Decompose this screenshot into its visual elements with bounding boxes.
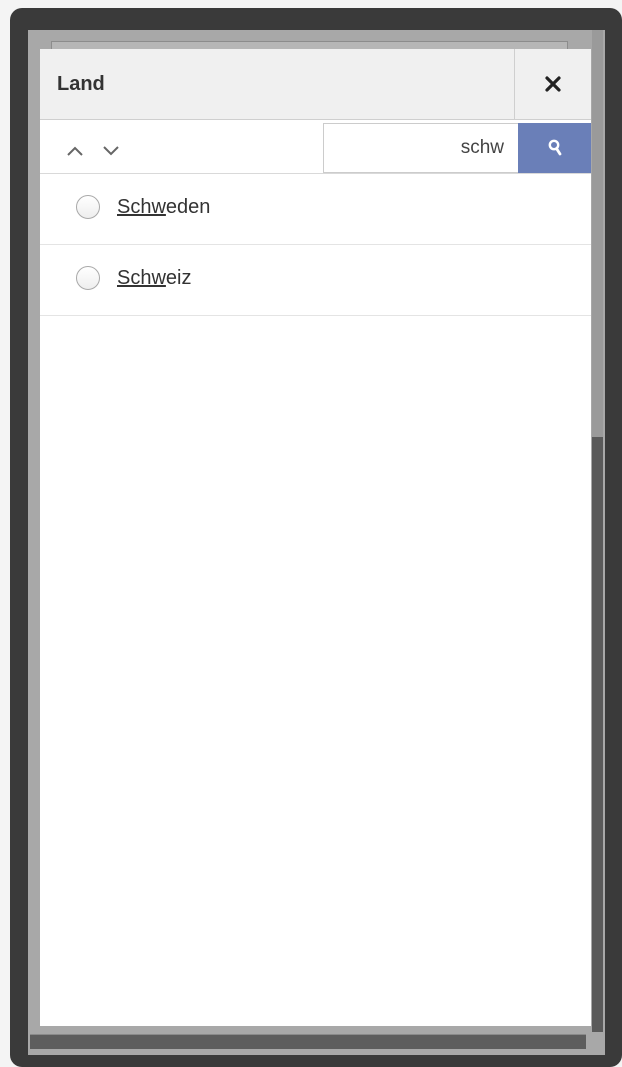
search-button[interactable] [518,123,591,173]
close-icon [545,76,561,92]
country-picker-dialog: Land Schweden [40,49,591,1026]
next-result-button[interactable] [102,144,120,156]
chevron-up-icon [67,146,83,156]
chevron-down-icon [103,146,119,156]
list-item-label: Schweiz [117,267,191,290]
search-match-highlight: Schw [117,196,166,218]
radio-button[interactable] [76,266,100,290]
list-item-label: Schweden [117,196,210,219]
close-button[interactable] [514,49,591,119]
label-remainder: eiz [165,267,192,289]
search-input[interactable] [323,123,518,173]
vertical-scrollbar-thumb[interactable] [592,437,603,1032]
scrollbar-corner [586,1034,603,1049]
dialog-header: Land [40,49,591,120]
label-remainder: eden [165,196,211,218]
search-toolbar [40,120,591,174]
dialog-title: Land [57,73,105,95]
list-item[interactable]: Schweiz [40,245,591,316]
list-item[interactable]: Schweden [40,174,591,245]
horizontal-scrollbar[interactable] [30,1034,586,1049]
search-icon [548,139,561,156]
result-list: Schweden Schweiz [40,174,591,316]
radio-button[interactable] [76,195,100,219]
previous-result-button[interactable] [66,144,84,156]
search-match-highlight: Schw [117,267,166,289]
